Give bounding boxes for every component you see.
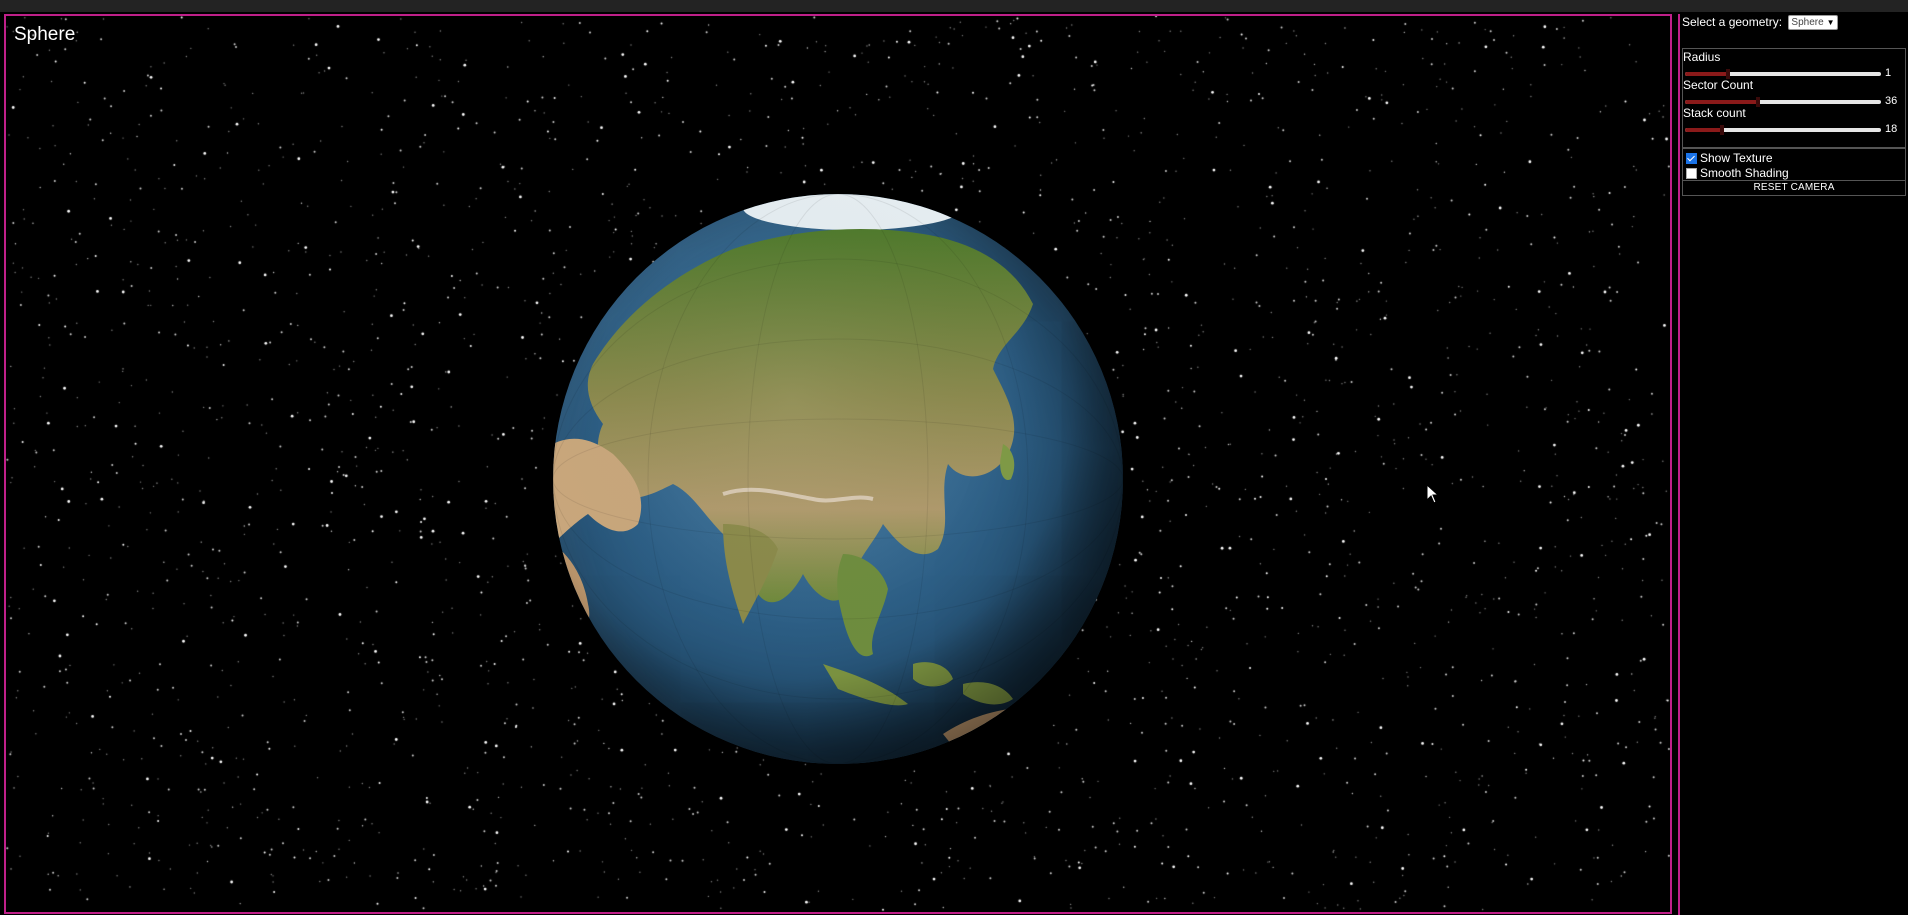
slider-stack-count-fill xyxy=(1685,128,1723,132)
slider-sector-count[interactable] xyxy=(1685,97,1881,107)
slider-label-sector-count: Sector Count xyxy=(1683,78,1754,92)
mouse-pointer-icon xyxy=(1426,484,1440,504)
chevron-down-icon: ▼ xyxy=(1826,18,1835,28)
slider-stack-count-thumb[interactable] xyxy=(1720,125,1725,135)
geometry-selected-value: Sphere xyxy=(1791,17,1824,29)
toggle-show-texture[interactable]: Show Texture xyxy=(1686,151,1773,165)
earth-globe[interactable] xyxy=(553,194,1123,764)
show-texture-checkbox[interactable] xyxy=(1686,152,1697,164)
slider-stack-count[interactable] xyxy=(1685,125,1881,135)
smooth-shading-checkbox[interactable] xyxy=(1686,167,1697,179)
slider-label-radius: Radius xyxy=(1683,50,1721,64)
reset-camera-button[interactable]: RESET CAMERA xyxy=(1682,180,1906,196)
render-viewport[interactable]: Sphere xyxy=(4,14,1672,914)
globe-texture xyxy=(553,194,1123,764)
smooth-shading-label: Smooth Shading xyxy=(1700,166,1789,180)
control-panel: Select a geometry: Sphere ▼ Radius 1 Sect… xyxy=(1678,14,1908,915)
slider-label-stack-count: Stack count xyxy=(1683,106,1746,120)
geometry-select[interactable]: Sphere ▼ xyxy=(1788,15,1838,31)
slider-value-sector-count: 36 xyxy=(1885,95,1898,107)
slider-sector-count-thumb[interactable] xyxy=(1755,97,1760,107)
slider-radius-fill xyxy=(1685,72,1729,76)
slider-value-stack-count: 18 xyxy=(1885,123,1898,135)
slider-radius[interactable] xyxy=(1685,69,1881,79)
window-top-bar xyxy=(0,0,1908,12)
slider-value-radius: 1 xyxy=(1885,67,1892,79)
geometry-selector-row: Select a geometry: Sphere ▼ xyxy=(1682,15,1838,31)
scene-title: Sphere xyxy=(14,24,76,45)
slider-sector-count-fill xyxy=(1685,100,1758,104)
geometry-parameters-panel: Radius 1 Sector Count 36 Stack count 18 xyxy=(1682,48,1906,148)
show-texture-label: Show Texture xyxy=(1700,151,1773,165)
toggle-smooth-shading[interactable]: Smooth Shading xyxy=(1686,166,1789,180)
geometry-label: Select a geometry: xyxy=(1682,15,1783,29)
